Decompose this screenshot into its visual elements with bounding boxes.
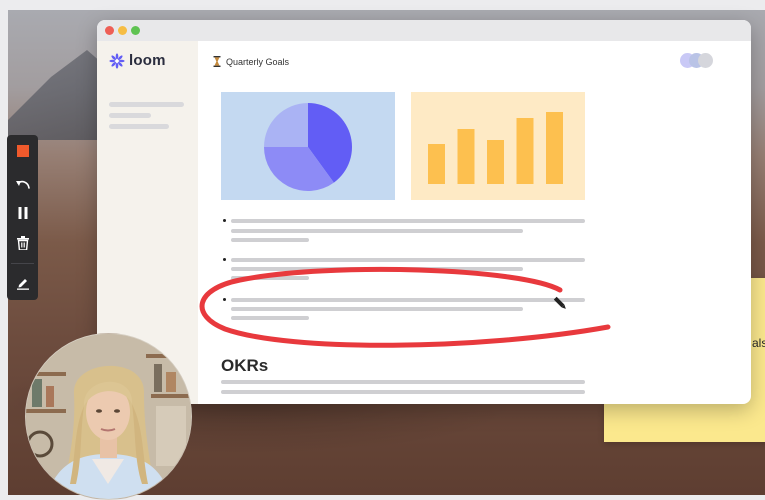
recording-toolbar: [7, 135, 38, 300]
pencil-icon: [16, 279, 29, 290]
delete-button[interactable]: [7, 229, 38, 257]
restart-icon: [15, 180, 30, 189]
restart-button[interactable]: [7, 169, 38, 197]
toolbar-divider: [11, 263, 34, 264]
draw-button[interactable]: [7, 269, 38, 297]
presenter-video: [26, 334, 191, 499]
pause-button[interactable]: [7, 199, 38, 227]
pen-cursor-icon: [553, 296, 566, 309]
webcam-bubble[interactable]: [25, 333, 192, 500]
annotation-circle: [199, 266, 611, 348]
stop-recording-button[interactable]: [7, 137, 38, 165]
stop-icon: [16, 145, 29, 157]
pause-icon: [18, 207, 27, 219]
trash-icon: [16, 236, 29, 250]
